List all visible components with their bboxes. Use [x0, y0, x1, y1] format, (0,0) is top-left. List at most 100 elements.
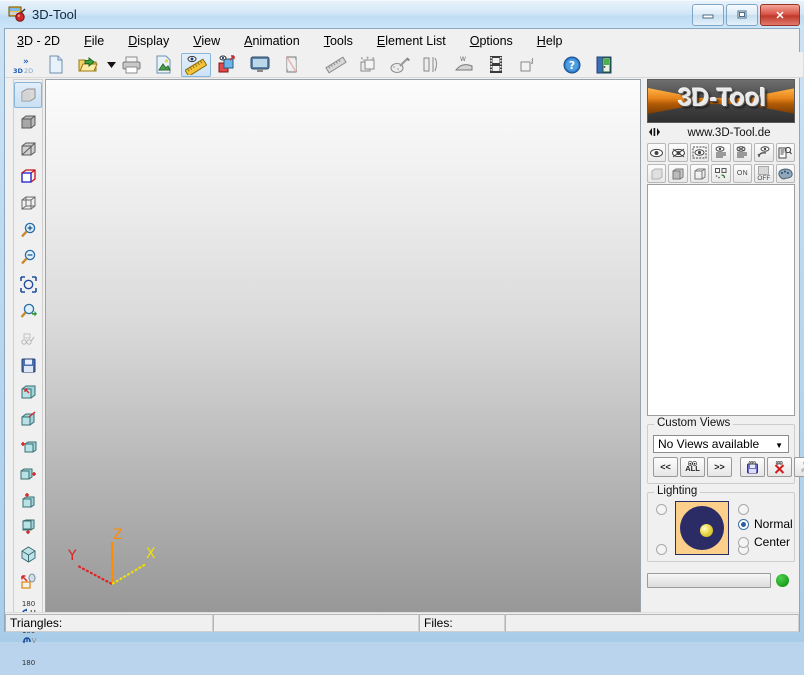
menu-3d-2d[interactable]: 3D - 2D [5, 31, 72, 51]
view-top-icon[interactable] [14, 487, 42, 513]
menu-animation[interactable]: Animation [232, 31, 312, 51]
menu-display[interactable]: Display [116, 31, 181, 51]
status-indicator-dot [776, 574, 789, 587]
exit-door-icon[interactable] [589, 53, 619, 77]
menu-file[interactable]: File [72, 31, 116, 51]
status-files-label: Files: [419, 614, 505, 632]
hide-eye-icon[interactable] [668, 143, 687, 162]
wall-thickness-icon[interactable] [417, 53, 447, 77]
save-view-icon[interactable] [14, 352, 42, 378]
view-bottom-icon[interactable] [14, 514, 42, 540]
delete-view-button[interactable] [767, 457, 792, 477]
show-all-eye-icon[interactable] [647, 143, 666, 162]
menu-view[interactable]: View [181, 31, 232, 51]
lighting-intensity-slider[interactable] [647, 573, 771, 588]
light-top-left-radio[interactable] [656, 504, 667, 515]
save-view-button[interactable] [740, 457, 765, 477]
print-icon[interactable] [117, 53, 147, 77]
list-show-icon[interactable] [711, 143, 730, 162]
axis-x-label: X [146, 546, 156, 562]
toggle-off-label: OFF [757, 175, 770, 182]
zoom-out-icon[interactable] [14, 244, 42, 270]
toolbar-separator-2 [545, 53, 555, 77]
undo-view-button[interactable] [794, 457, 804, 477]
search-element-icon[interactable] [776, 143, 795, 162]
3d-viewport[interactable]: Z Y X [46, 80, 640, 630]
surface-analysis-icon[interactable]: W [449, 53, 479, 77]
list-hide-icon[interactable] [733, 143, 752, 162]
next-view-button[interactable]: >> [707, 457, 732, 477]
reset-view-icon[interactable] [14, 568, 42, 594]
light-top-right-radio[interactable] [738, 504, 749, 515]
open-dropdown-caret-icon[interactable] [105, 54, 117, 76]
toggle-off-icon[interactable]: OFF [754, 164, 773, 183]
lighting-normal-radio[interactable] [738, 519, 749, 530]
view-home-icon[interactable] [14, 541, 42, 567]
zoom-in-icon[interactable] [14, 217, 42, 243]
svg-text:3D: 3D [13, 67, 24, 75]
next-view-label: >> [714, 462, 725, 472]
all-views-label: ALL [685, 466, 700, 473]
toggle-on-icon[interactable]: ON [733, 164, 752, 183]
compare-parts-icon[interactable] [213, 53, 243, 77]
shaded-edges-view-icon[interactable] [14, 109, 42, 135]
open-folder-icon[interactable] [73, 53, 103, 77]
paint-color-icon[interactable] [385, 53, 415, 77]
all-views-button[interactable]: ALL [680, 457, 705, 477]
dimension-ruler-icon[interactable] [321, 53, 351, 77]
lighting-center-radio[interactable] [738, 537, 749, 548]
select-mode-icon[interactable] [711, 164, 730, 183]
menu-element-list[interactable]: Element List [365, 31, 458, 51]
shaded-view-icon[interactable] [14, 82, 42, 108]
menu-options[interactable]: Options [458, 31, 525, 51]
zoom-fit-icon[interactable] [14, 298, 42, 324]
custom-views-select[interactable]: No Views available ▼ [653, 435, 789, 453]
copy-views-icon[interactable]: ↖↑↗ [353, 53, 383, 77]
wireframe-view-icon[interactable] [14, 190, 42, 216]
svg-text:i: i [531, 57, 534, 66]
export-image-icon[interactable] [149, 53, 179, 77]
view-right-icon[interactable] [14, 460, 42, 486]
lighting-intensity-bar [647, 569, 795, 591]
info-properties-icon[interactable]: i [513, 53, 543, 77]
screen-view-icon[interactable] [245, 53, 275, 77]
svg-text:2D: 2D [24, 67, 33, 75]
minimize-button[interactable] [692, 4, 724, 26]
view-rotate-icon[interactable] [14, 406, 42, 432]
help-question-icon[interactable]: ? [557, 53, 587, 77]
color-palette-icon[interactable] [776, 164, 795, 183]
maximize-button[interactable] [726, 4, 758, 26]
title-bar: 3D-Tool ✕ [0, 0, 804, 29]
prev-view-button[interactable]: << [653, 457, 678, 477]
shaded-mode-icon[interactable] [668, 164, 687, 183]
hidden-line-view-icon[interactable] [14, 136, 42, 162]
wireframe-mode-icon[interactable] [690, 164, 709, 183]
section-cut-icon[interactable] [277, 53, 307, 77]
zoom-window-icon[interactable] [14, 271, 42, 297]
measure-path-icon[interactable] [14, 325, 42, 351]
close-button[interactable]: ✕ [760, 4, 800, 26]
element-tree-panel[interactable] [647, 184, 795, 416]
client-area: 3D - 2D File Display View Animation Tool… [4, 28, 800, 632]
close-icon: ✕ [775, 9, 784, 22]
menu-tools[interactable]: Tools [312, 31, 365, 51]
panel-collapse-arrows-icon[interactable] [647, 127, 663, 140]
lighting-preview[interactable] [675, 501, 729, 555]
left-toolbar: 180H 180V 180 [13, 79, 43, 631]
select-visible-icon[interactable] [690, 143, 709, 162]
window-title: 3D-Tool [32, 7, 77, 22]
website-url[interactable]: www.3D-Tool.de [663, 127, 795, 139]
rotate-180-extra-icon[interactable]: 180 [14, 649, 42, 675]
animation-film-icon[interactable] [481, 53, 511, 77]
menu-help[interactable]: Help [525, 31, 575, 51]
colored-edges-view-icon[interactable] [14, 163, 42, 189]
light-bottom-left-radio[interactable] [656, 544, 667, 555]
view-isometric-icon[interactable] [14, 379, 42, 405]
undo-visibility-icon[interactable] [754, 143, 773, 162]
main-toolbar: » 3D 2D [5, 52, 803, 78]
transparent-mode-icon[interactable] [647, 164, 666, 183]
view-left-icon[interactable] [14, 433, 42, 459]
switch-3d-2d-icon[interactable]: » 3D 2D [9, 53, 39, 77]
measure-ruler-icon[interactable] [181, 53, 211, 77]
new-document-icon[interactable] [41, 53, 71, 77]
